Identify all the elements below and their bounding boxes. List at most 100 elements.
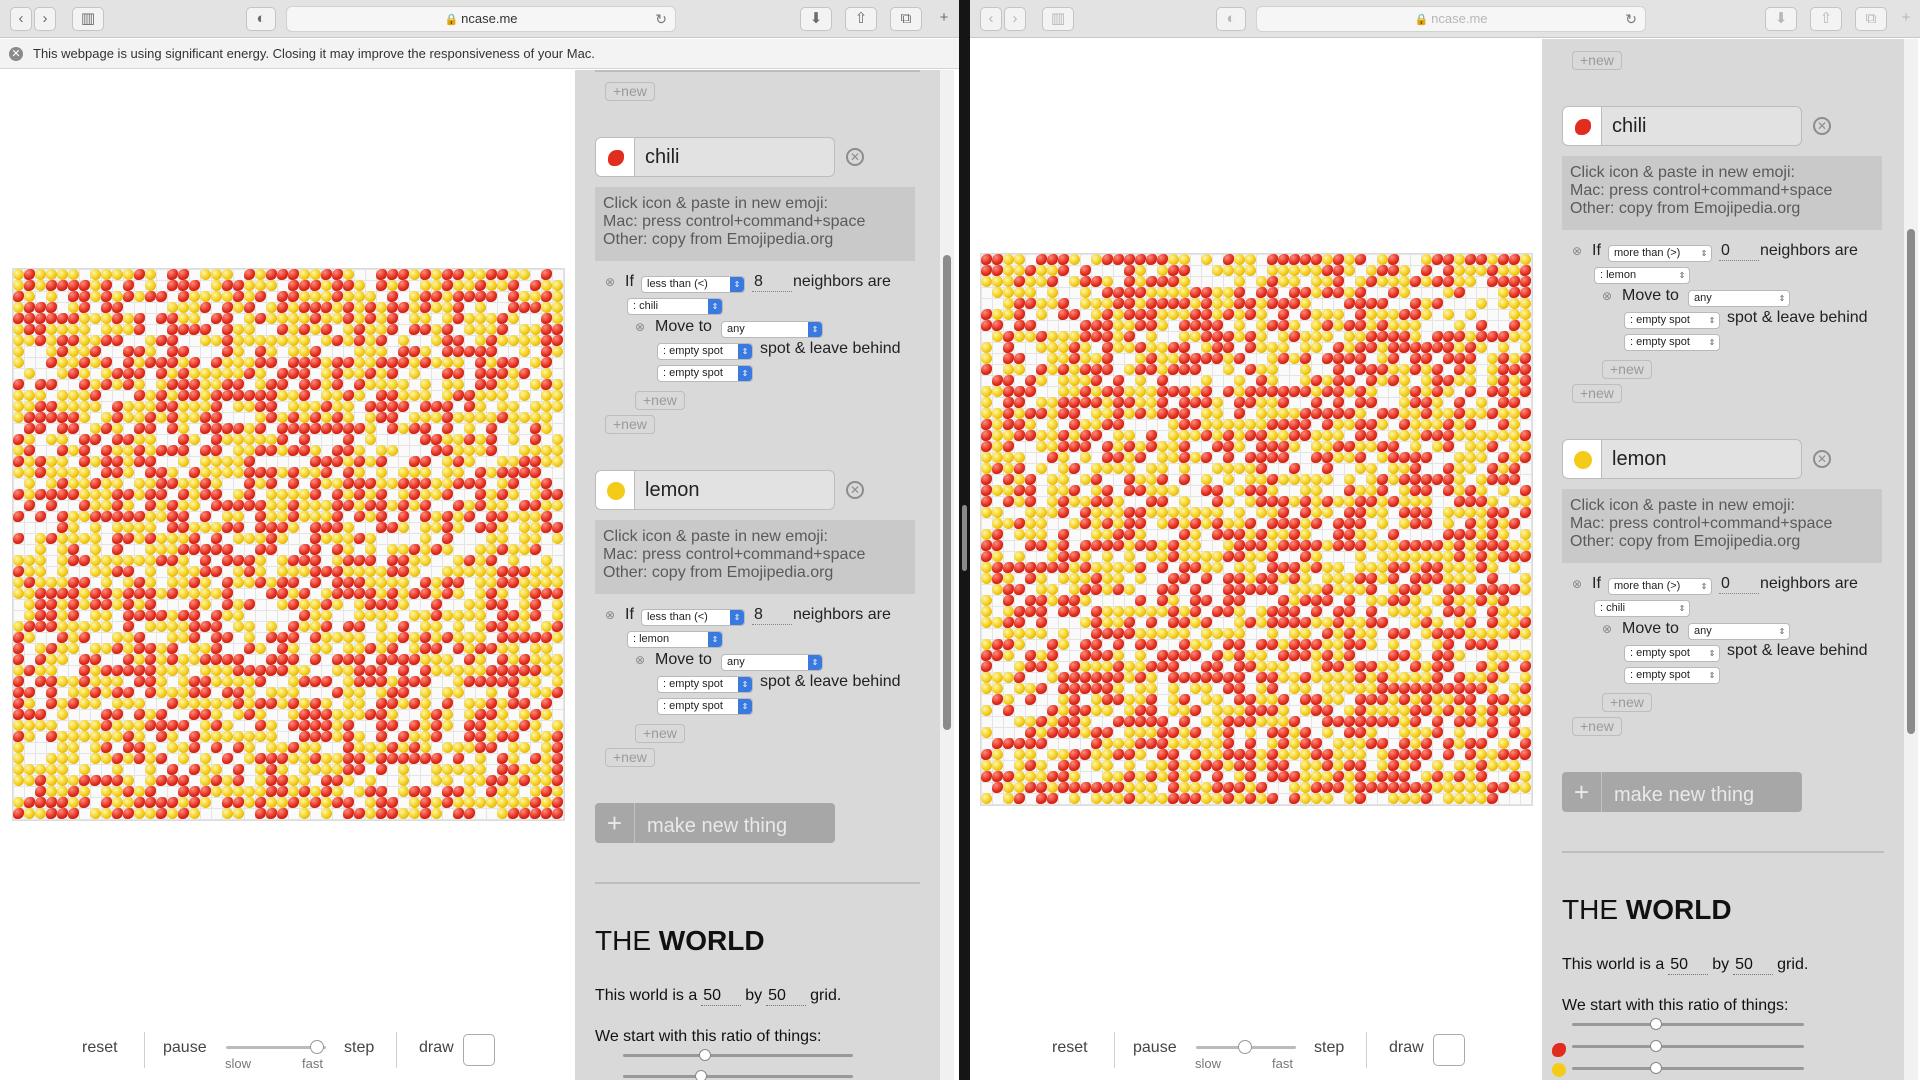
delete-rule-icon[interactable]: ⊗ xyxy=(1572,244,1582,258)
thing-name-input[interactable]: lemon xyxy=(635,470,835,510)
ratio-slider-track[interactable] xyxy=(623,1054,853,1057)
ratio-slider-thumb[interactable] xyxy=(1650,1040,1662,1052)
neighbor-type-select[interactable]: : chili ⇕ xyxy=(1594,600,1690,617)
reset-button[interactable]: reset xyxy=(1052,1039,1088,1057)
thing-name-input[interactable]: chili xyxy=(1602,106,1802,146)
ratio-slider-thumb[interactable] xyxy=(1650,1062,1662,1074)
tabs-overview-button[interactable]: ⧉ xyxy=(1855,7,1887,31)
neighbor-count-input[interactable]: 8 xyxy=(752,273,792,292)
add-action-button[interactable]: +new xyxy=(1602,693,1652,712)
delete-thing-icon[interactable]: ✕ xyxy=(1813,117,1831,135)
ratio-slider-thumb[interactable] xyxy=(695,1070,707,1080)
delete-rule-icon[interactable]: ⊗ xyxy=(1572,577,1582,591)
thing-icon-button[interactable] xyxy=(595,470,635,510)
thing-icon-button[interactable] xyxy=(595,137,635,177)
step-button[interactable]: step xyxy=(1314,1039,1344,1057)
direction-select[interactable]: any ⇕ xyxy=(721,654,823,671)
delete-rule-icon[interactable]: ⊗ xyxy=(605,608,615,622)
neighbor-type-select[interactable]: : chili ⇕ xyxy=(627,298,723,315)
step-button[interactable]: step xyxy=(344,1039,374,1057)
neighbor-count-input[interactable]: 0 xyxy=(1719,575,1759,594)
share-button[interactable]: ⇧ xyxy=(1810,7,1842,31)
downloads-button[interactable]: ⬇ xyxy=(800,7,832,31)
comparison-select[interactable]: less than (<) ⇕ xyxy=(641,609,745,626)
ratio-slider-track[interactable] xyxy=(1572,1045,1804,1048)
comparison-select[interactable]: more than (>) ⇕ xyxy=(1608,245,1712,262)
add-action-button[interactable]: +new xyxy=(635,724,685,743)
ratio-slider-track[interactable] xyxy=(1572,1023,1804,1026)
draw-color-swatch[interactable] xyxy=(1433,1034,1465,1066)
leave-behind-select[interactable]: : empty spot ⇕ xyxy=(1624,334,1720,351)
add-rule-button[interactable]: +new xyxy=(1572,384,1622,403)
address-bar[interactable]: 🔒 ncase.me ↻ xyxy=(286,6,676,32)
pause-button[interactable]: pause xyxy=(1133,1039,1177,1057)
back-button[interactable]: ‹ xyxy=(10,7,32,31)
forward-button[interactable]: › xyxy=(1004,7,1026,31)
delete-thing-icon[interactable]: ✕ xyxy=(846,481,864,499)
ratio-slider-thumb[interactable] xyxy=(1650,1018,1662,1030)
grid-height-input[interactable]: 50 xyxy=(766,987,807,1006)
privacy-shield-icon[interactable]: ◐ xyxy=(1216,7,1246,31)
scrollbar[interactable] xyxy=(1904,39,1918,1080)
add-action-button[interactable]: +new xyxy=(1602,360,1652,379)
target-spot-select[interactable]: : empty spot ⇕ xyxy=(1624,312,1720,329)
ratio-slider-track[interactable] xyxy=(623,1075,853,1078)
add-rule-button[interactable]: +new xyxy=(1572,51,1622,70)
draw-color-swatch[interactable] xyxy=(463,1034,495,1066)
simulation-grid[interactable] xyxy=(980,253,1533,806)
make-new-thing-button[interactable]: + make new thing xyxy=(1562,772,1802,812)
delete-action-icon[interactable]: ⊗ xyxy=(635,653,645,667)
address-bar[interactable]: 🔒 ncase.me ↻ xyxy=(1256,6,1646,32)
back-button[interactable]: ‹ xyxy=(980,7,1002,31)
downloads-button[interactable]: ⬇ xyxy=(1765,7,1797,31)
target-spot-select[interactable]: : empty spot ⇕ xyxy=(657,676,753,693)
scrollbar-thumb[interactable] xyxy=(943,255,951,730)
comparison-select[interactable]: less than (<) ⇕ xyxy=(641,276,745,293)
privacy-shield-icon[interactable]: ◐ xyxy=(246,7,276,31)
delete-action-icon[interactable]: ⊗ xyxy=(1602,622,1612,636)
delete-thing-icon[interactable]: ✕ xyxy=(1813,450,1831,468)
grid-height-input[interactable]: 50 xyxy=(1733,956,1774,975)
direction-select[interactable]: any ⇕ xyxy=(1688,290,1790,307)
direction-select[interactable]: any ⇕ xyxy=(1688,623,1790,640)
leave-behind-select[interactable]: : empty spot ⇕ xyxy=(657,365,753,382)
delete-action-icon[interactable]: ⊗ xyxy=(1602,289,1612,303)
neighbor-type-select[interactable]: : lemon ⇕ xyxy=(627,631,723,648)
delete-action-icon[interactable]: ⊗ xyxy=(635,320,645,334)
neighbor-count-input[interactable]: 8 xyxy=(752,606,792,625)
ratio-slider-track[interactable] xyxy=(1572,1067,1804,1070)
thing-icon-button[interactable] xyxy=(1562,106,1602,146)
leave-behind-select[interactable]: : empty spot ⇕ xyxy=(657,698,753,715)
close-icon[interactable]: ✕ xyxy=(9,47,23,61)
direction-select[interactable]: any ⇕ xyxy=(721,321,823,338)
grid-width-input[interactable]: 50 xyxy=(701,987,742,1006)
speed-slider-thumb[interactable] xyxy=(1238,1040,1252,1054)
target-spot-select[interactable]: : empty spot ⇕ xyxy=(1624,645,1720,662)
speed-slider-thumb[interactable] xyxy=(310,1040,324,1054)
new-tab-button[interactable]: + xyxy=(1895,7,1917,31)
simulation-grid[interactable] xyxy=(12,268,565,821)
delete-rule-icon[interactable]: ⊗ xyxy=(605,275,615,289)
add-action-button[interactable]: +new xyxy=(635,391,685,410)
new-tab-button[interactable]: + xyxy=(932,7,956,31)
reload-icon[interactable]: ↻ xyxy=(655,7,667,31)
forward-button[interactable]: › xyxy=(34,7,56,31)
add-rule-button[interactable]: +new xyxy=(1572,717,1622,736)
neighbor-type-select[interactable]: : lemon ⇕ xyxy=(1594,267,1690,284)
reset-button[interactable]: reset xyxy=(82,1039,118,1057)
target-spot-select[interactable]: : empty spot ⇕ xyxy=(657,343,753,360)
neighbor-count-input[interactable]: 0 xyxy=(1719,242,1759,261)
grid-width-input[interactable]: 50 xyxy=(1668,956,1709,975)
thing-name-input[interactable]: chili xyxy=(635,137,835,177)
delete-thing-icon[interactable]: ✕ xyxy=(846,148,864,166)
thing-icon-button[interactable] xyxy=(1562,439,1602,479)
scrollbar-thumb[interactable] xyxy=(1907,229,1915,734)
sidebar-toggle-button[interactable]: ▥ xyxy=(1042,7,1074,31)
sidebar-toggle-button[interactable]: ▥ xyxy=(72,7,104,31)
share-button[interactable]: ⇧ xyxy=(845,7,877,31)
add-rule-button[interactable]: +new xyxy=(605,415,655,434)
thing-name-input[interactable]: lemon xyxy=(1602,439,1802,479)
reload-icon[interactable]: ↻ xyxy=(1625,7,1637,31)
split-view-handle[interactable] xyxy=(962,505,967,571)
scrollbar[interactable] xyxy=(940,70,954,1080)
